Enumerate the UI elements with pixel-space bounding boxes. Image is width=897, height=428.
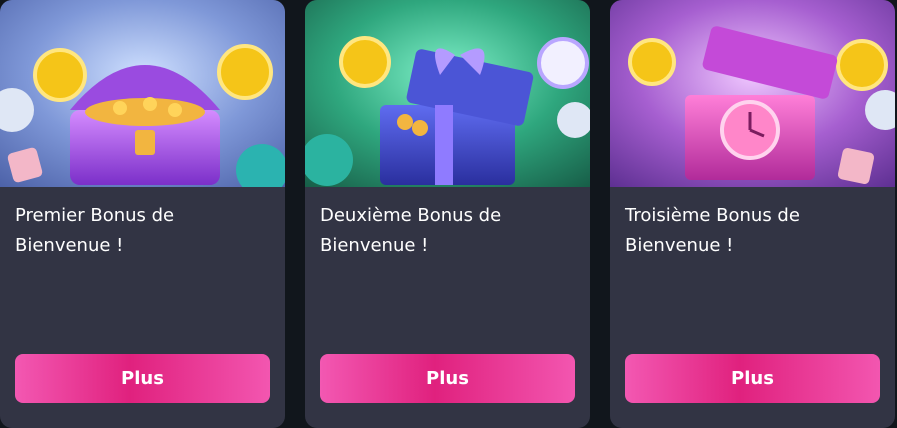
treasure-chest-icon (0, 0, 285, 187)
clock-gift-box-icon (610, 0, 895, 187)
card-title: Premier Bonus de Bienvenue ! (15, 205, 175, 256)
plus-button[interactable]: Plus (320, 354, 575, 403)
plus-button[interactable]: Plus (625, 354, 880, 403)
card-title: Troisième Bonus de Bienvenue ! (625, 205, 800, 256)
bonus-card-second: Deuxième Bonus de Bienvenue ! Plus (305, 0, 590, 428)
card-title: Deuxième Bonus de Bienvenue ! (320, 205, 502, 256)
gift-box-icon (305, 0, 590, 187)
bonus-card-third: Troisième Bonus de Bienvenue ! Plus (610, 0, 895, 428)
bonus-cards: Premier Bonus de Bienvenue ! Plus Deuxiè… (0, 0, 897, 428)
plus-button[interactable]: Plus (15, 354, 270, 403)
bonus-card-first: Premier Bonus de Bienvenue ! Plus (0, 0, 285, 428)
